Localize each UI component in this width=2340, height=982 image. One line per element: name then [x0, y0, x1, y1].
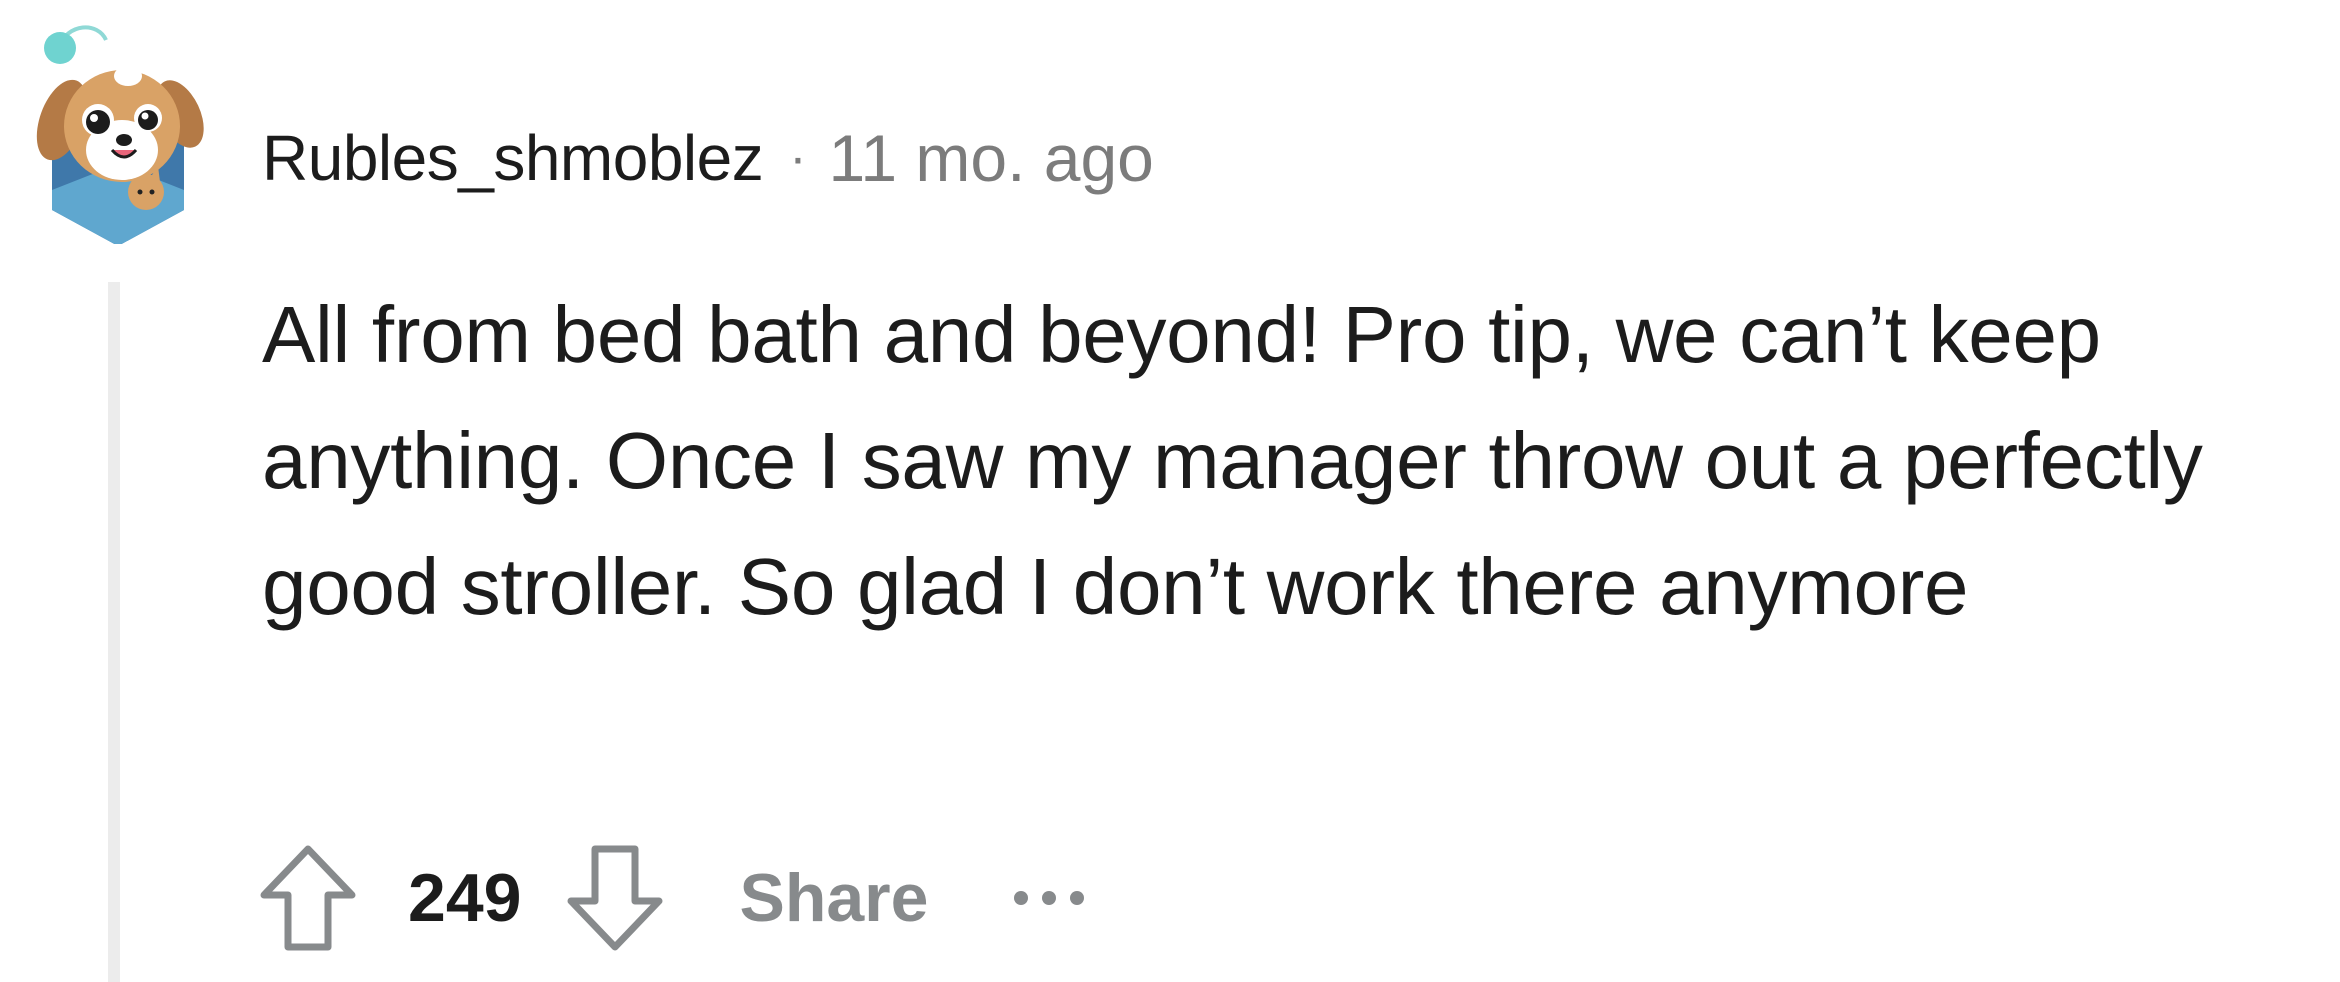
- more-options-icon: [1014, 891, 1029, 905]
- comment-actions: 249 Share: [252, 838, 1085, 958]
- username-link[interactable]: Rubles_shmoblez: [262, 121, 764, 195]
- comment: Rubles_shmoblez · 11 mo. ago All from be…: [0, 0, 2340, 982]
- arrow-down-icon: [567, 845, 663, 951]
- share-button[interactable]: Share: [739, 859, 928, 937]
- more-options-dot: [1070, 891, 1085, 905]
- more-options-button[interactable]: [1014, 868, 1085, 928]
- vote-score: 249: [408, 860, 522, 936]
- comment-text: All from bed bath and beyond! Pro tip, w…: [262, 290, 2203, 631]
- arrow-up-icon: [260, 845, 356, 951]
- separator-dot: ·: [789, 129, 807, 187]
- dog-avatar-icon: [36, 25, 204, 246]
- comment-body: All from bed bath and beyond! Pro tip, w…: [262, 272, 2332, 650]
- user-avatar[interactable]: [28, 14, 208, 246]
- thread-line[interactable]: [108, 282, 120, 982]
- upvote-button[interactable]: [252, 838, 364, 958]
- downvote-button[interactable]: [559, 838, 671, 958]
- comment-header: Rubles_shmoblez · 11 mo. ago: [262, 118, 1154, 198]
- more-options-dot: [1042, 891, 1057, 905]
- timestamp[interactable]: 11 mo. ago: [829, 120, 1154, 196]
